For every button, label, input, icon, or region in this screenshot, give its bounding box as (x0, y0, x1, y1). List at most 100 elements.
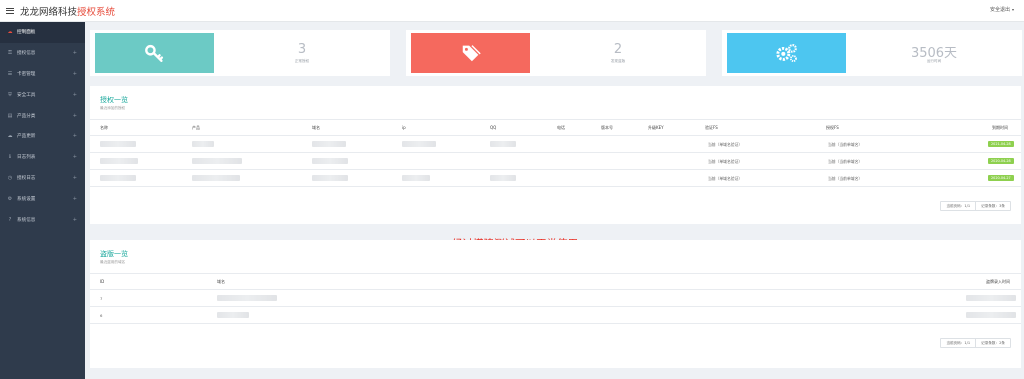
sidebar-item-categories[interactable]: ▤ 产品分类 + (0, 105, 85, 126)
menu-toggle-icon[interactable] (6, 7, 14, 14)
app-title: 龙龙网络科技授权系统 (20, 4, 115, 18)
column-header: 验证FS (705, 125, 718, 130)
sidebar-item-label: 控制面板 (17, 30, 36, 36)
auth-fs: 当前（当前单域名） (828, 142, 863, 147)
sidebar-item-label: 日志列表 (17, 155, 36, 161)
stat-label: 运行时间 (926, 59, 942, 63)
auth-fs: 当前（当前单域名） (828, 176, 863, 181)
redacted-cell (100, 141, 136, 147)
expand-icon: + (72, 50, 77, 57)
expand-icon: + (72, 91, 77, 98)
divider (90, 119, 1021, 120)
row-id: 6 (100, 313, 103, 318)
expiry-badge: 2020-04-27 (988, 175, 1014, 181)
redacted-cell (490, 175, 516, 181)
stat-tile (95, 33, 214, 73)
column-header: 授权FS (826, 125, 839, 130)
column-header: 域名 (312, 125, 320, 130)
help-icon: ? (8, 216, 12, 223)
sidebar-item-dashboard[interactable]: ☁ 控制面板 (0, 22, 85, 43)
auth-panel: 授权一览 最近添加的授权 名称 产品 域名 ip QQ 电话 版本号 升级KEY… (90, 86, 1021, 224)
expand-icon: + (72, 154, 77, 161)
sidebar-item-label: 卡密管理 (17, 71, 36, 77)
sidebar-item-label: 产品更新 (17, 134, 36, 140)
gears-icon (775, 44, 797, 62)
expiry-badge: 2020-04-28 (988, 158, 1014, 164)
divider (90, 169, 1021, 170)
stat-label: 发现盗版 (610, 59, 626, 63)
redacted-cell (100, 175, 136, 181)
stat-card-uptime: 3506天 运行时间 (722, 30, 1022, 76)
logout-menu[interactable]: 安全退出 ▾ (990, 6, 1014, 13)
top-bar: 龙龙网络科技授权系统 安全退出 ▾ (0, 0, 1024, 22)
expiry-badge: 2021-04-28 (988, 141, 1014, 147)
pagination: 当前页码：1/1 记录条数：3条 (940, 201, 1011, 211)
tag-icon (462, 45, 481, 62)
redacted-cell (100, 158, 138, 164)
redacted-cell (192, 158, 242, 164)
row-id: 7 (100, 296, 103, 301)
sidebar-item-logs[interactable]: ℹ 日志列表 + (0, 147, 85, 168)
pagination-page: 当前页码：1/1 (946, 341, 971, 345)
pagination-count: 记录条数：2条 (975, 339, 1010, 347)
chevron-down-icon: ▾ (1011, 7, 1014, 12)
section-subtitle: 最近盗用的域名 (100, 260, 126, 264)
logout-label: 安全退出 (989, 7, 1010, 13)
column-header: QQ (490, 125, 497, 130)
redacted-cell (402, 141, 436, 147)
sidebar-item-label: 授权日志 (17, 175, 36, 181)
expand-icon: + (72, 133, 77, 140)
column-header: 升级KEY (648, 125, 664, 130)
column-header: 电话 (557, 125, 565, 130)
cloud-icon: ☁ (7, 133, 13, 140)
gear-icon: ⚙ (7, 195, 13, 202)
column-header: 产品 (192, 125, 200, 130)
verify-fs: 当前（单域名验证） (708, 159, 743, 164)
column-header: 版本号 (601, 125, 613, 130)
stat-value: 3 (297, 42, 307, 57)
pagination: 当前页码：1/1 记录条数：2条 (940, 338, 1011, 348)
sidebar-item-settings[interactable]: ⚙ 系统设置 + (0, 188, 85, 209)
sidebar-item-security[interactable]: ⛨ 安全工具 + (0, 84, 85, 105)
stat-label: 正常授权 (294, 59, 310, 63)
sidebar-item-auth-info[interactable]: ⚿ 授权信息 + (0, 43, 85, 64)
sidebar-item-updates[interactable]: ☁ 产品更新 + (0, 126, 85, 147)
redacted-cell (490, 141, 516, 147)
pagination-page: 当前页码：1/1 (946, 204, 971, 208)
folder-icon: ▤ (7, 112, 13, 119)
verify-fs: 当前（单域名验证） (708, 142, 743, 147)
sidebar-item-label: 系统设置 (17, 196, 36, 202)
column-header: 盗牌录入时间 (986, 279, 1010, 284)
redacted-cell (402, 175, 430, 181)
divider (90, 289, 1021, 290)
pirate-panel: 盗版一览 最近盗用的域名 ID 域名 盗牌录入时间 7 6 当前页码：1/1 记… (90, 240, 1021, 368)
section-subtitle: 最近添加的授权 (100, 106, 126, 110)
auth-fs: 当前（当前单域名） (828, 159, 863, 164)
column-header: ip (402, 125, 406, 130)
stat-card-pirated: 2 发现盗版 (406, 30, 706, 76)
sidebar-item-label: 安全工具 (17, 92, 36, 98)
divider (90, 306, 1021, 307)
dashboard-icon: ☁ (7, 29, 13, 36)
redacted-cell (192, 175, 240, 181)
column-header: 域名 (217, 279, 225, 284)
expand-icon: + (72, 174, 77, 181)
sidebar-item-cards[interactable]: ☰ 卡密管理 + (0, 64, 85, 85)
divider (90, 186, 1021, 187)
redacted-cell (966, 312, 1016, 318)
brand-accent: 授权系统 (77, 6, 116, 18)
redacted-cell (312, 141, 346, 147)
sidebar-item-label: 系统信息 (17, 217, 36, 223)
stat-tile (727, 33, 846, 73)
clock-icon: ◷ (7, 174, 13, 181)
list-icon: ☰ (7, 70, 13, 77)
redacted-cell (312, 158, 348, 164)
column-header: ID (100, 279, 105, 284)
divider (90, 323, 1021, 324)
sidebar-item-auth-logs[interactable]: ◷ 授权日志 + (0, 168, 85, 189)
sidebar-item-system-info[interactable]: ? 系统信息 + (0, 209, 85, 230)
section-title: 授权一览 (100, 96, 128, 104)
stat-card-authorized: 3 正常授权 (90, 30, 390, 76)
redacted-cell (192, 141, 214, 147)
column-header: 名称 (100, 125, 108, 130)
